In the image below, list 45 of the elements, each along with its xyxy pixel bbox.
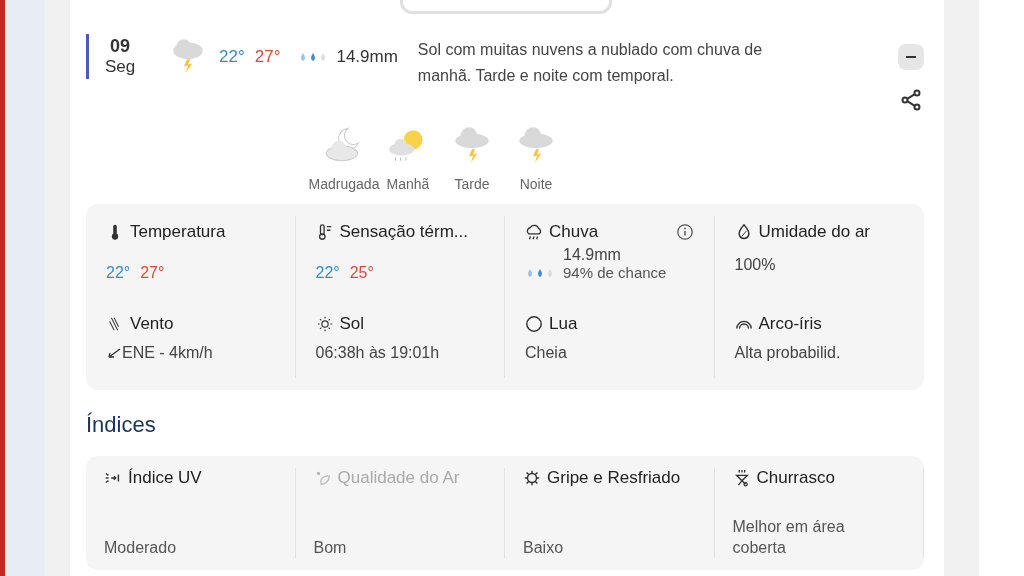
max-temperature: 25° bbox=[349, 264, 374, 282]
max-temperature: 27° bbox=[140, 264, 165, 282]
share-icon[interactable] bbox=[899, 88, 923, 112]
moon-icon bbox=[525, 315, 543, 333]
index-label: Churrasco bbox=[756, 468, 835, 488]
min-temperature: 22° bbox=[106, 264, 131, 282]
detail-value: 100% bbox=[734, 256, 776, 274]
period-label: Madrugada bbox=[308, 176, 380, 192]
day-label: 09 Seg bbox=[86, 34, 137, 79]
detail-label: Sensação térm... bbox=[339, 222, 468, 242]
info-icon[interactable] bbox=[675, 223, 694, 241]
detail-label: Chuva bbox=[549, 222, 599, 242]
rain-amount: 14.9mm bbox=[563, 246, 622, 264]
detail-label: Temperatura bbox=[130, 222, 226, 242]
detail-label: Sol bbox=[339, 314, 365, 334]
index-label: Qualidade do Ar bbox=[337, 468, 460, 488]
index-value: Moderado bbox=[104, 538, 178, 558]
min-temperature: 22° bbox=[219, 47, 245, 67]
detail-value: Cheia bbox=[525, 344, 567, 362]
min-temperature: 22° bbox=[315, 264, 340, 282]
max-temperature: 27° bbox=[254, 47, 281, 67]
period-label: Noite bbox=[519, 176, 553, 192]
period-label: Manhã bbox=[386, 176, 430, 192]
rain-chance: 94% de chance bbox=[563, 264, 667, 281]
sun-icon bbox=[315, 315, 334, 333]
index-value: Baixo bbox=[523, 538, 565, 558]
collapse-button[interactable] bbox=[898, 44, 924, 70]
detail-label: Vento bbox=[130, 314, 174, 334]
arrow-icon bbox=[106, 347, 122, 359]
rain-icon bbox=[525, 223, 543, 241]
detail-value: Alta probabilid. bbox=[734, 344, 841, 362]
detail-label: Arco-íris bbox=[758, 314, 822, 334]
period-label: Tarde bbox=[454, 176, 490, 192]
index-label: Índice UV bbox=[128, 468, 202, 488]
virus-icon bbox=[523, 469, 541, 487]
detail-value: ENE - 4km/h bbox=[122, 344, 213, 362]
index-label: Gripe e Resfriado bbox=[547, 468, 681, 488]
rain-amount: 14.9mm bbox=[336, 47, 398, 67]
section-title: Índices bbox=[86, 412, 157, 438]
detail-value: 06:38h às 19:01h bbox=[315, 344, 440, 362]
detail-label: Umidade do ar bbox=[758, 222, 870, 242]
detail-label: Lua bbox=[549, 314, 578, 334]
forecast-summary: Sol com muitas nuvens a nublado com chuva de manhã. Tarde e noite com temporal. bbox=[417, 40, 764, 86]
index-value: Bom bbox=[313, 538, 348, 558]
index-value: Melhor em área coberta bbox=[732, 517, 846, 558]
